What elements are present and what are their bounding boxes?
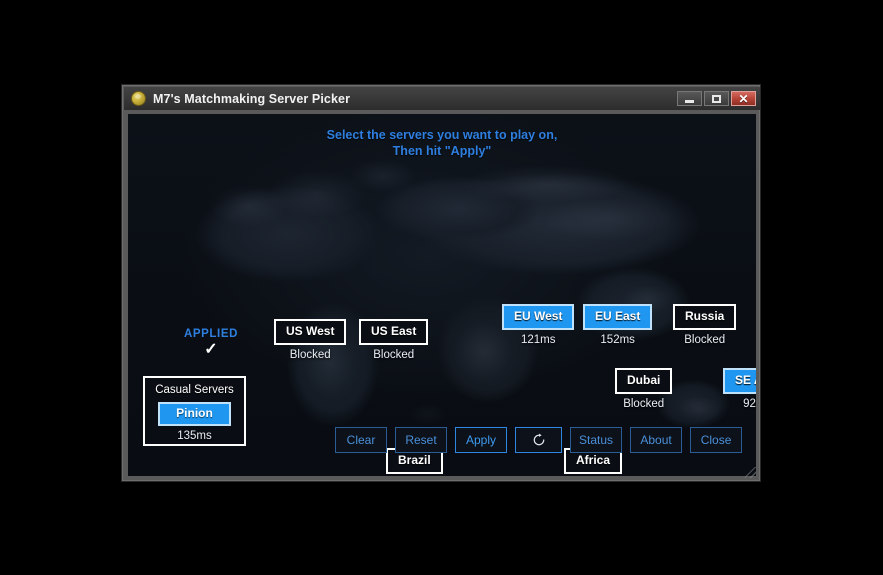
maximize-icon [712, 94, 721, 103]
globe-icon [131, 91, 146, 106]
server-node-dubai: Dubai Blocked [615, 368, 673, 410]
server-button-dubai[interactable]: Dubai [615, 368, 673, 394]
about-button[interactable]: About [630, 427, 683, 453]
client-area: Select the servers you want to play on, … [128, 114, 756, 476]
instruction-line-2: Then hit "Apply" [392, 144, 492, 158]
instruction-text: Select the servers you want to play on, … [128, 127, 756, 159]
server-button-us-east[interactable]: US East [359, 319, 429, 345]
server-node-se-asia: SE Asia 92ms [723, 368, 756, 410]
check-icon: ✓ [204, 341, 218, 358]
instruction-line-1: Select the servers you want to play on, [326, 128, 558, 142]
close-button[interactable]: Close [690, 427, 743, 453]
casual-server-pinion-button[interactable]: Pinion [158, 402, 231, 426]
applied-indicator: APPLIED ✓ [161, 328, 261, 359]
server-button-se-asia[interactable]: SE Asia [723, 368, 756, 394]
maximize-button[interactable] [704, 91, 729, 106]
server-status-us-west: Blocked [289, 349, 331, 361]
close-icon: ✕ [738, 91, 749, 106]
server-status-eu-west: 121ms [520, 334, 556, 346]
refresh-icon [533, 433, 544, 446]
minimize-icon [685, 99, 694, 103]
action-toolbar: Clear Reset Apply Status About Close [335, 427, 743, 453]
applied-label: APPLIED [183, 328, 239, 340]
server-status-russia: Blocked [684, 334, 726, 346]
casual-servers-panel: Casual Servers Pinion 135ms [143, 376, 246, 446]
server-status-se-asia: 92ms [743, 398, 756, 410]
apply-button[interactable]: Apply [455, 427, 507, 453]
window-controls: ✕ [677, 91, 756, 106]
casual-servers-title: Casual Servers [155, 384, 234, 396]
title-bar[interactable]: M7's Matchmaking Server Picker ✕ [124, 87, 760, 110]
server-button-us-west[interactable]: US West [274, 319, 347, 345]
server-status-dubai: Blocked [623, 398, 665, 410]
server-node-us-east: US East Blocked [359, 319, 429, 361]
server-node-eu-west: EU West 121ms [502, 304, 575, 346]
close-window-button[interactable]: ✕ [731, 91, 756, 106]
server-status-us-east: Blocked [373, 349, 415, 361]
resize-grip[interactable] [745, 467, 756, 478]
status-button[interactable]: Status [570, 427, 623, 453]
refresh-button[interactable] [515, 427, 562, 453]
server-button-eu-west[interactable]: EU West [502, 304, 575, 330]
server-node-us-west: US West Blocked [274, 319, 347, 361]
server-button-russia[interactable]: Russia [673, 304, 737, 330]
reset-button[interactable]: Reset [395, 427, 447, 453]
clear-button[interactable]: Clear [335, 427, 387, 453]
server-node-eu-east: EU East 152ms [583, 304, 653, 346]
casual-server-ping: 135ms [177, 430, 212, 442]
app-window: M7's Matchmaking Server Picker ✕ Select … [122, 85, 760, 481]
server-status-eu-east: 152ms [600, 334, 635, 346]
window-title: M7's Matchmaking Server Picker [153, 91, 351, 106]
server-button-eu-east[interactable]: EU East [583, 304, 653, 330]
server-node-russia: Russia Blocked [673, 304, 737, 346]
minimize-button[interactable] [677, 91, 702, 106]
screen: M7's Matchmaking Server Picker ✕ Select … [0, 0, 883, 575]
